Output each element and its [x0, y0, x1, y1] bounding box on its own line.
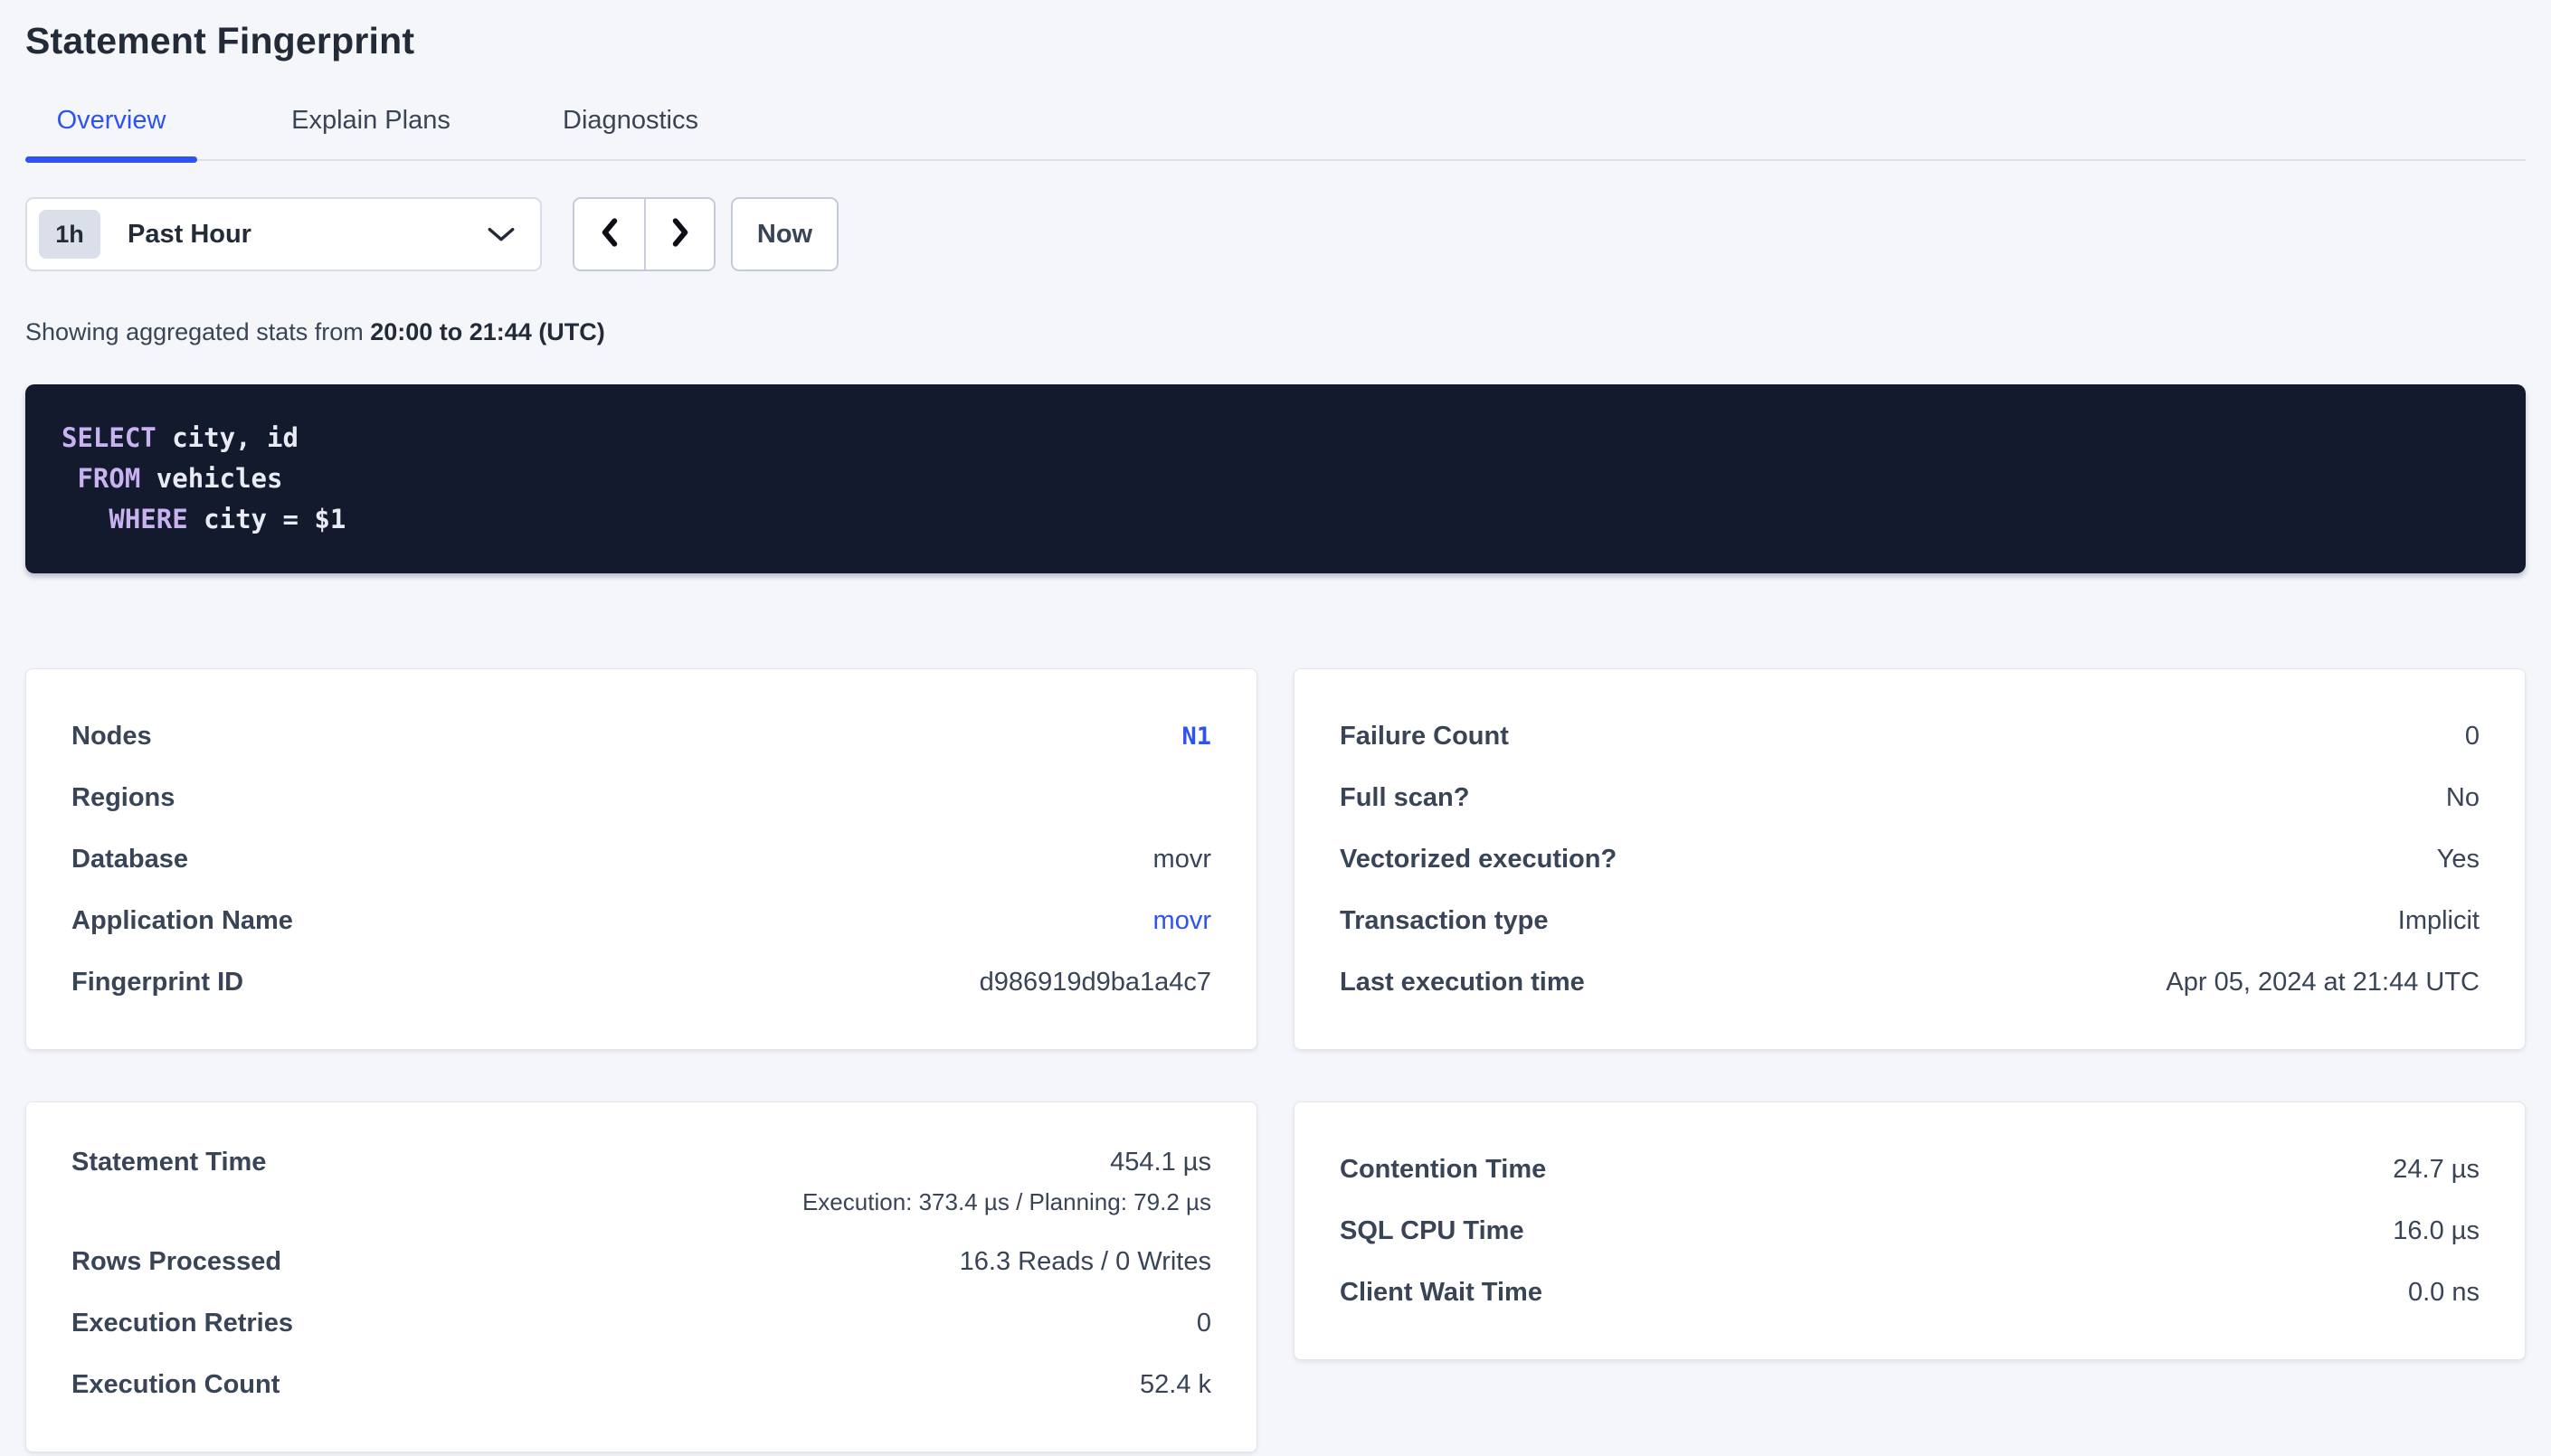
stat-value: 52.4 k	[1140, 1370, 1211, 1400]
stat-label: Failure Count	[1340, 722, 1509, 752]
details-card-left: NodesN1RegionsDatabasemovrApplication Na…	[25, 668, 1257, 1050]
sql-line: WHERE city = $1	[62, 499, 2489, 540]
stat-value: 454.1 µs	[802, 1148, 1211, 1177]
stats-line-prefix: Showing aggregated stats from	[25, 318, 370, 345]
stat-label: Nodes	[71, 722, 152, 752]
stat-label: Application Name	[71, 906, 293, 936]
stat-row: Failure Count 0	[1340, 705, 2480, 767]
stat-value: 0.0 ns	[2408, 1278, 2480, 1308]
tab-bar: Overview Explain Plans Diagnostics	[25, 106, 2526, 161]
details-card-right: Failure Count 0 Full scan? No Vectorized exe…	[1294, 668, 2526, 1050]
stat-row: Regions	[71, 767, 1211, 828]
stat-value-link[interactable]: movr	[1153, 906, 1211, 936]
stat-value: Yes	[2437, 845, 2480, 875]
stat-value: 0	[2465, 722, 2480, 752]
previous-interval-button[interactable]	[574, 199, 644, 269]
stat-label: SQL CPU Time	[1340, 1216, 1524, 1246]
sql-line: SELECT city, id	[62, 418, 2489, 459]
stat-value: 0	[1197, 1309, 1211, 1338]
stat-value: Apr 05, 2024 at 21:44 UTC	[2166, 968, 2480, 997]
stat-row: Transaction type Implicit	[1340, 890, 2480, 951]
stat-label: Execution Count	[71, 1370, 280, 1400]
stat-row: Execution Count 52.4 k	[71, 1354, 1211, 1415]
stat-row: Execution Retries 0	[71, 1292, 1211, 1354]
stat-subvalue: Execution: 373.4 µs / Planning: 79.2 µs	[802, 1188, 1211, 1216]
next-interval-button[interactable]	[644, 199, 714, 269]
stat-value-link[interactable]: N1	[1181, 723, 1211, 751]
stat-value: 16.3 Reads / 0 Writes	[960, 1247, 1211, 1277]
tab-diagnostics[interactable]: Diagnostics	[545, 106, 716, 159]
stat-value: 24.7 µs	[2393, 1155, 2480, 1185]
stat-label: Client Wait Time	[1340, 1278, 1542, 1308]
chevron-right-icon	[669, 217, 692, 252]
stat-row: SQL CPU Time 16.0 µs	[1340, 1200, 2480, 1262]
time-range-dropdown[interactable]: 1h Past Hour	[25, 197, 542, 271]
stat-row: Statement Time 454.1 µs Execution: 373.4 µ…	[71, 1139, 1211, 1231]
tab-explain-plans[interactable]: Explain Plans	[285, 106, 457, 159]
stat-row: Last execution time Apr 05, 2024 at 21:44…	[1340, 951, 2480, 1013]
stat-label: Regions	[71, 783, 175, 813]
stat-label: Contention Time	[1340, 1155, 1546, 1185]
stats-line-range: 20:00 to 21:44 (UTC)	[370, 318, 605, 345]
chevron-left-icon	[598, 217, 621, 252]
chevron-down-icon	[488, 227, 515, 242]
stat-value: d986919d9ba1a4c7	[980, 968, 1211, 997]
stat-label: Database	[71, 845, 188, 875]
stat-row: Database movr	[71, 828, 1211, 890]
page-title: Statement Fingerprint	[25, 20, 2526, 62]
stat-label: Execution Retries	[71, 1309, 293, 1338]
stat-row: Nodes N1	[71, 705, 1211, 767]
stat-label: Full scan?	[1340, 783, 1469, 813]
sql-statement-box: SELECT city, id FROM vehicles WHERE city…	[25, 384, 2526, 573]
time-range-badge: 1h	[39, 210, 100, 259]
stat-row: Client Wait Time 0.0 ns	[1340, 1262, 2480, 1323]
time-step-buttons	[573, 197, 716, 271]
stat-label: Rows Processed	[71, 1247, 281, 1277]
stat-value: No	[2446, 783, 2480, 813]
stat-row: Full scan? No	[1340, 767, 2480, 828]
performance-card-right: Contention Time 24.7 µs SQL CPU Time 16.0 µ…	[1294, 1101, 2526, 1360]
stat-row: Contention Time 24.7 µs	[1340, 1139, 2480, 1200]
stat-row: Vectorized execution? Yes	[1340, 828, 2480, 890]
time-picker-row: 1h Past Hour	[25, 197, 2526, 271]
stat-value: Implicit	[2398, 906, 2480, 936]
time-range-selected: Past Hour	[128, 220, 251, 250]
now-button[interactable]: Now	[731, 197, 839, 271]
stat-label: Last execution time	[1340, 968, 1585, 997]
stat-row: Rows Processed 16.3 Reads / 0 Writes	[71, 1231, 1211, 1292]
stat-label: Vectorized execution?	[1340, 845, 1617, 875]
stat-value: movr	[1153, 845, 1211, 875]
stat-label: Statement Time	[71, 1148, 266, 1177]
stat-label: Fingerprint ID	[71, 968, 243, 997]
stat-row: Fingerprint ID d986919d9ba1a4c7	[71, 951, 1211, 1013]
stat-value: 16.0 µs	[2393, 1216, 2480, 1246]
summary-cards: NodesN1RegionsDatabasemovrApplication Na…	[25, 668, 2526, 1452]
statement-fingerprint-page: Statement Fingerprint Overview Explain Pl…	[0, 0, 2551, 1452]
aggregated-stats-line: Showing aggregated stats from 20:00 to 2…	[25, 318, 2526, 346]
performance-card-left: Statement Time 454.1 µs Execution: 373.4 µ…	[25, 1101, 1257, 1452]
tab-overview[interactable]: Overview	[25, 106, 197, 159]
stat-row: Application Name movr	[71, 890, 1211, 951]
stat-label: Transaction type	[1340, 906, 1548, 936]
sql-line: FROM vehicles	[62, 459, 2489, 499]
